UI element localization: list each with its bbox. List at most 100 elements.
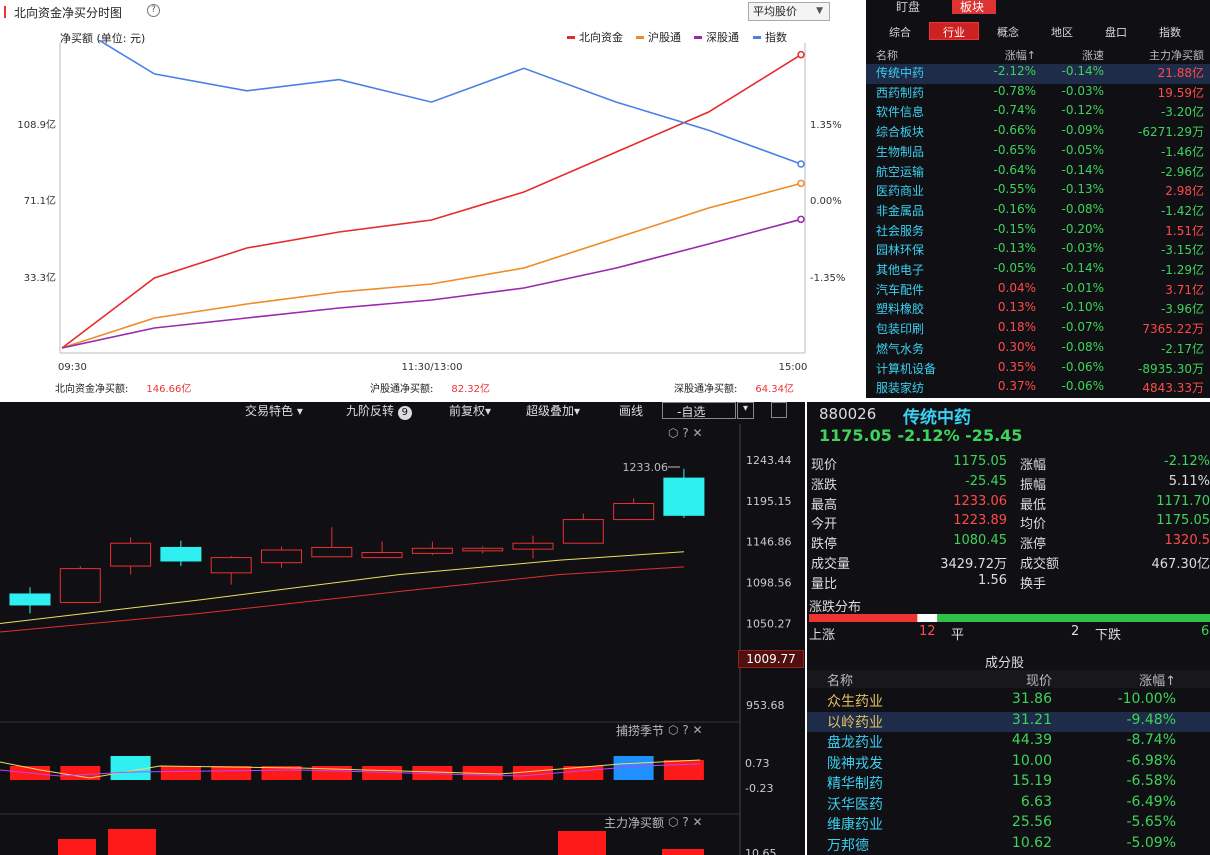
series-end-point (797, 179, 805, 188)
sector-row[interactable]: 社会服务 -0.15% -0.20% 1.51亿 (866, 222, 1210, 242)
tab-index[interactable]: 指数 (1159, 24, 1181, 40)
quote-field-label: 成交量 (811, 557, 851, 572)
layout-icon[interactable] (771, 402, 787, 418)
question-icon[interactable]: ? (147, 4, 160, 17)
sector-change: -0.78% (993, 83, 1036, 98)
constituent-row[interactable]: 沃华医药 6.63 -6.49% (807, 794, 1210, 815)
adjust-menu[interactable]: 前复权▾ (449, 402, 491, 419)
header-change[interactable]: 涨幅↑ (1139, 670, 1176, 689)
tab-region[interactable]: 地区 (1051, 24, 1073, 40)
tab-composite[interactable]: 综合 (889, 24, 911, 40)
sector-row[interactable]: 西药制药 -0.78% -0.03% 19.59亿 (866, 84, 1210, 104)
candle-body (160, 546, 202, 562)
quote-field-label: 涨跌 (811, 477, 838, 493)
constituent-row[interactable]: 精华制药 15.19 -6.58% (807, 773, 1210, 794)
price-tick: 1050.27 (746, 617, 792, 630)
sector-name: 西药制药 (876, 85, 925, 100)
stock-change: -8.74% (1126, 732, 1176, 748)
tab-industry[interactable]: 行业 (943, 24, 965, 40)
sector-row[interactable]: 包装印刷 0.18% -0.07% 7365.22万 (866, 320, 1210, 340)
sector-row[interactable]: 其他电子 -0.05% -0.14% -1.29亿 (866, 261, 1210, 281)
sector-row[interactable]: 航空运输 -0.64% -0.14% -2.96亿 (866, 163, 1210, 183)
sector-net-flow: 3.71亿 (1165, 282, 1204, 297)
tab-watch[interactable]: 盯盘 (896, 0, 920, 15)
sector-net-flow: 21.88亿 (1157, 66, 1204, 80)
constituent-row[interactable]: 众生药业 31.86 -10.00% (807, 691, 1210, 712)
header-price[interactable]: 现价 (1026, 670, 1052, 689)
tab-sectors[interactable]: 板块 (960, 0, 984, 15)
sector-speed: -0.14% (1061, 261, 1104, 275)
header-speed[interactable]: 涨速 (1082, 47, 1104, 63)
stock-price: 10.00 (1011, 752, 1052, 769)
settings-icon[interactable]: ⬡ (668, 815, 678, 829)
summary-value: 82.32亿 (451, 384, 491, 395)
question-icon[interactable]: ? (682, 426, 688, 440)
constituent-row[interactable]: 万邦德 10.62 -5.09% (807, 835, 1210, 855)
sector-row[interactable]: 传统中药 -2.12% -0.14% 21.88亿 (866, 64, 1210, 84)
tab-order-book[interactable]: 盘口 (1105, 24, 1127, 40)
net-flow-bar (108, 829, 156, 855)
moving-average-line (0, 566, 685, 633)
constituents-header: 名称 现价 涨幅↑ (807, 670, 1210, 689)
moving-average-line (0, 551, 685, 625)
sector-row[interactable]: 软件信息 -0.74% -0.12% -3.20亿 (866, 103, 1210, 123)
nine-badge: 9 (397, 406, 412, 420)
sub-tabs: 综合 行业 概念 地区 盘口 指数 (866, 22, 1210, 42)
tab-concept[interactable]: 概念 (997, 24, 1019, 40)
draw-line-button[interactable]: 画线 (619, 402, 643, 419)
sector-change: 0.13% (997, 300, 1036, 315)
sector-change: -0.13% (993, 241, 1036, 256)
flat-label: 平 (951, 628, 965, 643)
kline-chart: 1243.44 1195.15 1146.86 1098.56 1050.27 953.6… (0, 424, 792, 855)
constituent-row[interactable]: 维康药业 25.56 -5.65% (807, 814, 1210, 835)
watchlist-select[interactable]: -自选 (662, 402, 736, 419)
quote-field-label: 量比 (811, 576, 838, 592)
header-name[interactable]: 名称 (827, 670, 853, 689)
quote-field-value: 1223.89 (953, 513, 1007, 529)
quote-field-label: 现价 (811, 458, 838, 473)
constituent-row[interactable]: 以岭药业 31.21 -9.48% (807, 711, 1210, 732)
settings-icon[interactable]: ⬡ (668, 426, 678, 440)
sector-row[interactable]: 燃气水务 0.30% -0.08% -2.17亿 (866, 340, 1210, 360)
current-price-marker: 1009.77 (738, 650, 804, 668)
constituent-row[interactable]: 盘龙药业 44.39 -8.74% (807, 732, 1210, 753)
close-icon[interactable]: ✕ (693, 426, 703, 440)
sector-name: 生物制品 (876, 144, 925, 159)
sector-row[interactable]: 非金属品 -0.16% -0.08% -1.42亿 (866, 202, 1210, 222)
sector-net-flow: -2.96亿 (1160, 164, 1204, 179)
stock-price: 6.63 (1020, 793, 1052, 810)
sector-name: 园林环保 (876, 243, 925, 258)
stock-price: 44.39 (1011, 732, 1052, 748)
trading-features-menu[interactable]: 交易特色 ▾ (245, 402, 303, 419)
sector-row[interactable]: 综合板块 -0.66% -0.09% -6271.29万 (866, 123, 1210, 143)
average-price-select[interactable]: 平均股价 ▼ (748, 2, 830, 21)
chevron-down-icon[interactable]: ▾ (737, 402, 754, 419)
nine-reversal-label: 九阶反转 (346, 404, 395, 418)
sector-row[interactable]: 计算机设备 0.35% -0.06% -8935.30万 (866, 360, 1210, 380)
nine-reversal-menu[interactable]: 九阶反转 9 (346, 402, 412, 420)
chart-title: 北向资金净买分时图 (14, 6, 123, 20)
sector-row[interactable]: 汽车配件 0.04% -0.01% 3.71亿 (866, 281, 1210, 301)
overlay-menu[interactable]: 超级叠加▾ (526, 402, 580, 419)
question-icon[interactable]: ? (682, 723, 688, 737)
stock-change: -6.98% (1126, 752, 1176, 769)
header-name[interactable]: 名称 (876, 47, 898, 63)
sector-net-flow: 19.59亿 (1157, 85, 1204, 100)
sector-row[interactable]: 园林环保 -0.13% -0.03% -3.15亿 (866, 241, 1210, 261)
candle-body (9, 593, 51, 606)
sector-speed: -0.03% (1061, 83, 1104, 98)
close-icon[interactable]: ✕ (693, 815, 703, 829)
constituent-row[interactable]: 陇神戎发 10.00 -6.98% (807, 753, 1210, 774)
main-chart-controls: ⬡ ? ✕ (668, 426, 703, 440)
northbound-line-chart: 108.9亿 71.1亿 33.3亿 1.35% 0.00% -1.35% 09… (17, 40, 845, 373)
sub1-tick: -0.23 (745, 782, 773, 795)
sector-row[interactable]: 塑料橡胶 0.13% -0.10% -3.96亿 (866, 300, 1210, 320)
header-change[interactable]: 涨幅↑ (1005, 47, 1036, 63)
sector-row[interactable]: 生物制品 -0.65% -0.05% -1.46亿 (866, 143, 1210, 163)
header-net-flow[interactable]: 主力净买额 (1149, 47, 1204, 63)
sector-row[interactable]: 服装家纺 0.37% -0.06% 4843.33万 (866, 379, 1210, 399)
settings-icon[interactable]: ⬡ (668, 723, 678, 737)
close-icon[interactable]: ✕ (693, 723, 703, 737)
sector-row[interactable]: 医药商业 -0.55% -0.13% 2.98亿 (866, 182, 1210, 202)
question-icon[interactable]: ? (682, 815, 688, 829)
